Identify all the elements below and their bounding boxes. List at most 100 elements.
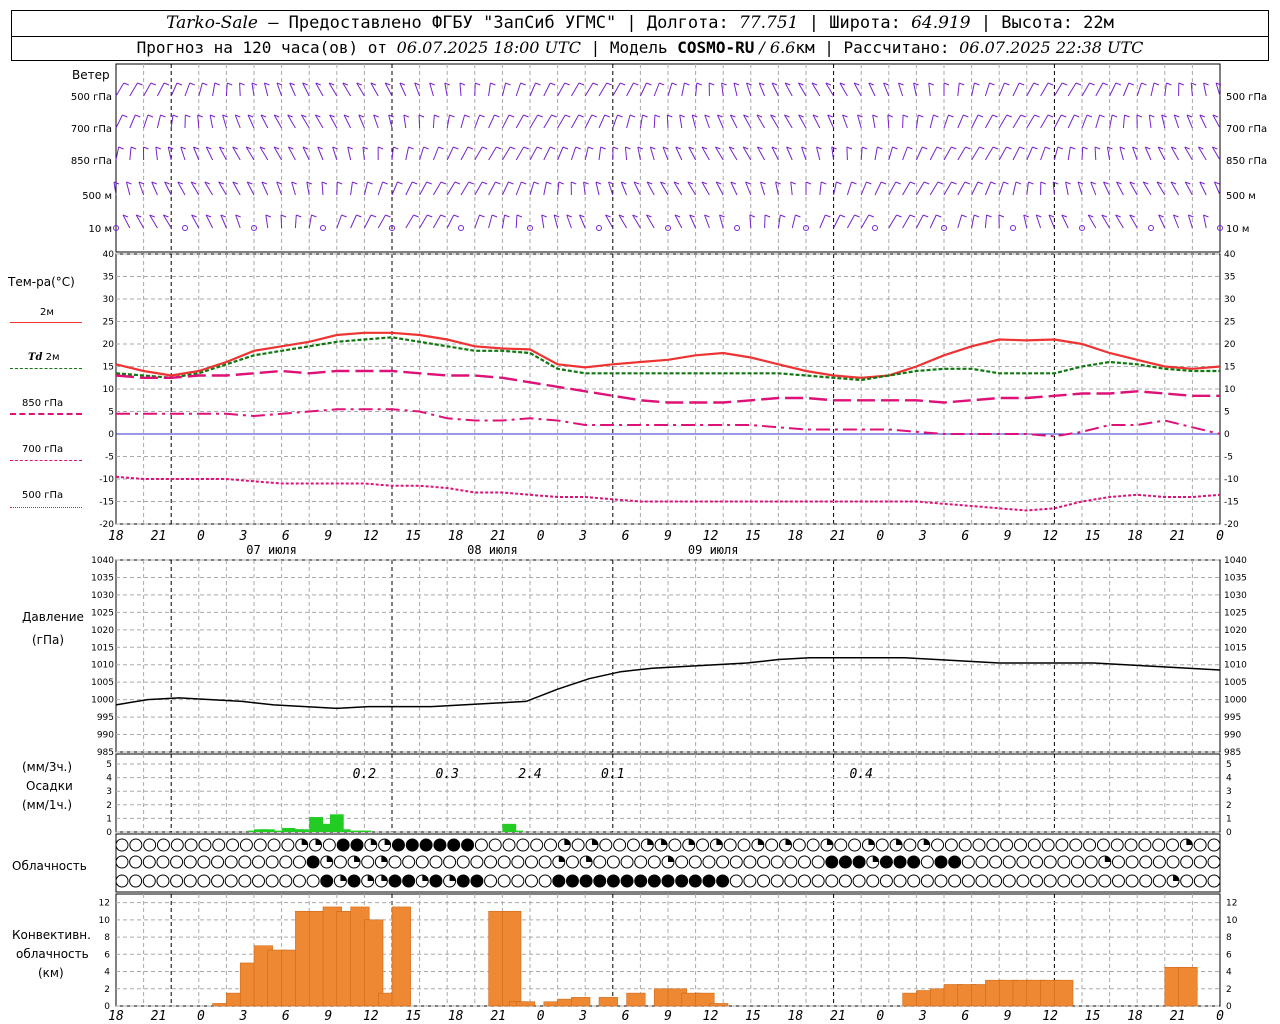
- cloud-overcast-icon: [852, 855, 866, 869]
- cloud-overcast-icon: [688, 874, 702, 888]
- cloud-overcast-icon: [593, 874, 607, 888]
- precip-tick-left: 3: [106, 787, 112, 797]
- conv-tick-right: 0: [1226, 1002, 1232, 1012]
- temp-tick-right: 40: [1224, 250, 1236, 260]
- wind-title: Ветер: [72, 68, 110, 82]
- temp-tick-left: 5: [108, 408, 114, 418]
- cloud-clear-icon: [197, 874, 211, 888]
- wind-barb: [123, 82, 129, 86]
- conv-tick-left: 2: [104, 985, 110, 995]
- wind-barb: [1119, 146, 1124, 161]
- wind-barb: [971, 181, 979, 196]
- wind-barb: [679, 114, 683, 129]
- time-tick-bottom: 9: [324, 1009, 332, 1024]
- wind-barb: [302, 82, 310, 97]
- cloud-clear-icon: [538, 855, 552, 869]
- time-tick-bottom: 6: [282, 1009, 290, 1024]
- wind-barb: [1086, 114, 1093, 118]
- cloud-overcast-icon: [606, 874, 620, 888]
- cloud-partial-icon: [564, 839, 571, 845]
- wind-barb: [600, 146, 606, 150]
- wind-barb: [688, 146, 697, 161]
- wind-barb: [1094, 146, 1101, 150]
- precip-unit-1h: (мм/1ч.): [22, 798, 73, 812]
- cloud-clear-icon: [931, 838, 945, 852]
- cloud-clear-icon: [696, 838, 710, 852]
- wind-barb: [516, 214, 523, 218]
- wind-barb: [974, 82, 980, 86]
- precip-bar: [509, 830, 524, 832]
- wind-barb: [1157, 146, 1166, 161]
- cloud-clear-icon: [129, 855, 143, 869]
- wind-barb: [1004, 82, 1010, 86]
- conv-tick-right: 12: [1226, 899, 1237, 909]
- wind-barb: [488, 114, 495, 129]
- pressure-tick-left: 1035: [91, 573, 114, 583]
- time-tick: 0: [197, 529, 205, 544]
- wind-barb: [280, 214, 283, 229]
- cloud-clear-icon: [502, 838, 516, 852]
- temp-tick-left: -10: [99, 475, 114, 485]
- wind-barb: [494, 114, 500, 118]
- pressure-tick-right: 1030: [1224, 591, 1247, 601]
- wind-barb: [125, 181, 131, 196]
- wind-barb: [998, 214, 1005, 218]
- meteogram: 500 гПа 500 гПа 700 гПа 700 гПа 850 гПа 850 г…: [71, 63, 1267, 1024]
- wind-barb: [562, 146, 569, 150]
- wind-barb: [321, 181, 328, 185]
- conv-bar: [571, 997, 591, 1007]
- cloud-overcast-icon: [825, 855, 839, 869]
- wind-barb: [453, 214, 460, 218]
- wind-barb: [118, 146, 124, 150]
- wind-barb: [341, 214, 347, 218]
- time-tick-bottom: 18: [108, 1009, 124, 1024]
- wind-barb: [624, 146, 628, 161]
- wind-barb: [551, 114, 557, 118]
- cloud-clear-icon: [688, 855, 702, 869]
- wind-barb: [812, 114, 821, 129]
- wind-barb: [505, 82, 511, 86]
- legend-850-line: [10, 413, 82, 415]
- cloud-clear-icon: [156, 874, 170, 888]
- time-tick: 21: [151, 529, 167, 544]
- wind-barb: [214, 82, 221, 86]
- wind-barb: [1045, 146, 1051, 150]
- wind-barb: [155, 146, 158, 161]
- wind-calm: [320, 225, 326, 231]
- temp-tick-right: -5: [1224, 453, 1233, 463]
- cloud-clear-icon: [668, 838, 682, 852]
- wind-barb: [1153, 82, 1160, 86]
- wind-barb: [147, 114, 154, 118]
- cloud-overcast-icon: [405, 838, 419, 852]
- wind-barb: [998, 146, 1007, 161]
- wind-barb: [598, 114, 606, 129]
- cloud-clear-icon: [944, 838, 958, 852]
- wind-barb: [122, 114, 128, 118]
- wind-barb: [419, 146, 425, 161]
- time-tick: 6: [622, 529, 630, 544]
- wind-barb: [578, 82, 585, 86]
- pressure-tick-left: 1000: [91, 696, 114, 706]
- cloud-overcast-icon: [647, 874, 661, 888]
- wind-barb: [715, 181, 724, 196]
- wind-barb: [1094, 146, 1097, 161]
- wind-barb: [629, 114, 636, 118]
- wind-barb: [150, 82, 157, 86]
- wind-barb: [1215, 82, 1221, 97]
- wind-barb: [475, 82, 481, 86]
- time-tick: 0: [537, 529, 545, 544]
- cloud-partial-icon: [1173, 875, 1180, 881]
- wind-barb: [356, 214, 362, 218]
- cloud-clear-icon: [129, 874, 143, 888]
- wind-barb: [1070, 146, 1076, 150]
- cloud-clear-icon: [115, 855, 129, 869]
- pressure-tick-left: 990: [97, 731, 114, 741]
- wind-barb: [696, 82, 703, 86]
- cloud-clear-icon: [143, 838, 157, 852]
- time-tick: 15: [1085, 529, 1101, 544]
- wind-barb: [550, 82, 556, 86]
- wind-barb: [992, 146, 999, 150]
- wind-barb: [653, 114, 656, 129]
- conv-tick-right: 6: [1226, 950, 1232, 960]
- cloud-clear-icon: [184, 838, 198, 852]
